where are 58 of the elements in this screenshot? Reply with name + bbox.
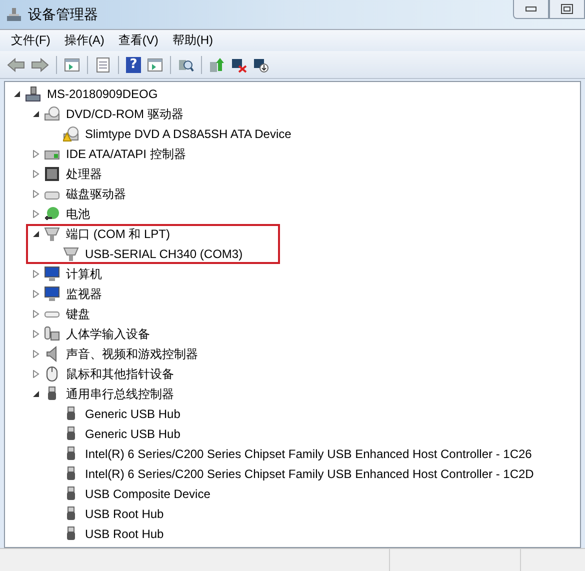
minimize-button[interactable] [513,0,549,19]
tree-toggle-icon[interactable] [32,270,40,278]
tree-item[interactable]: USB Composite Device [83,486,212,502]
tree-item[interactable]: 电池 [64,204,92,224]
tree-toggle-icon[interactable] [32,310,40,318]
tree-item[interactable]: 监视器 [64,284,104,304]
tree-item[interactable]: USB Root Hub [83,506,166,522]
tree-toggle-icon[interactable] [32,230,40,238]
computer-icon [25,86,41,102]
maximize-icon [561,4,573,14]
tree-toggle-icon[interactable] [32,330,40,338]
minimize-icon [525,5,537,13]
tree-toggle-icon[interactable] [32,370,40,378]
disc-drive-icon [44,106,60,122]
maximize-button[interactable] [549,0,585,19]
menu-item[interactable]: 帮助(H) [165,32,220,49]
monitor-icon [44,286,60,302]
tree-toggle-icon[interactable] [32,390,40,398]
menu-item[interactable]: 操作(A) [57,32,112,49]
tree-toggle-icon[interactable] [32,170,40,178]
tree-item[interactable]: 键盘 [64,304,92,324]
chip-icon [44,166,60,182]
battery-plug-icon [44,206,60,222]
window-title: 设备管理器 [28,6,98,24]
tree-item[interactable]: IDE ATA/ATAPI 控制器 [64,144,188,164]
tree-item[interactable]: 人体学输入设备 [64,324,152,344]
tree-item[interactable]: USB-SERIAL CH340 (COM3) [83,246,245,262]
tree-item[interactable]: USB Root Hub [83,526,166,542]
tree-item[interactable]: 端口 (COM 和 LPT) [64,224,172,244]
tree-item[interactable]: MS-20180909DEOG [45,86,160,102]
tree-item[interactable]: Intel(R) 6 Series/C200 Series Chipset Family USB Enhanced Host Controller - 1C26 [83,446,534,462]
serial-connector-icon [63,246,79,262]
tree-toggle-icon[interactable] [32,190,40,198]
serial-connector-icon [44,226,60,242]
tree-item[interactable]: Intel(R) 6 Series/C200 Series Chipset Family USB Enhanced Host Controller - 1C2D [83,466,536,482]
menu-item[interactable]: 查看(V) [111,32,166,49]
tree-item[interactable]: 通用串行总线控制器 [64,384,176,404]
disc-drive-warning-icon [63,126,79,142]
mouse-icon [44,366,60,382]
tree-toggle-icon[interactable] [32,290,40,298]
tree-item[interactable]: Slimtype DVD A DS8A5SH ATA Device [83,126,294,142]
tree-toggle-icon[interactable] [32,150,40,158]
monitor-icon [44,266,60,282]
tree-toggle-icon[interactable] [13,90,21,98]
tree-item[interactable]: 处理器 [64,164,104,184]
tree-item[interactable]: 磁盘驱动器 [64,184,128,204]
tree-toggle-icon[interactable] [32,110,40,118]
tree-item[interactable]: DVD/CD-ROM 驱动器 [64,104,186,124]
tree-item[interactable]: 声音、视频和游戏控制器 [64,344,200,364]
tree-toggle-icon[interactable] [32,210,40,218]
tree-item[interactable]: Generic USB Hub [83,426,182,442]
input-device-icon [44,326,60,342]
app-icon [6,6,22,22]
tree-item[interactable]: 计算机 [64,264,104,284]
tree-toggle-icon[interactable] [32,350,40,358]
tree-item[interactable]: 鼠标和其他指针设备 [64,364,176,384]
menu-item[interactable]: 文件(F) [4,32,58,49]
tree-item[interactable]: Generic USB Hub [83,406,182,422]
